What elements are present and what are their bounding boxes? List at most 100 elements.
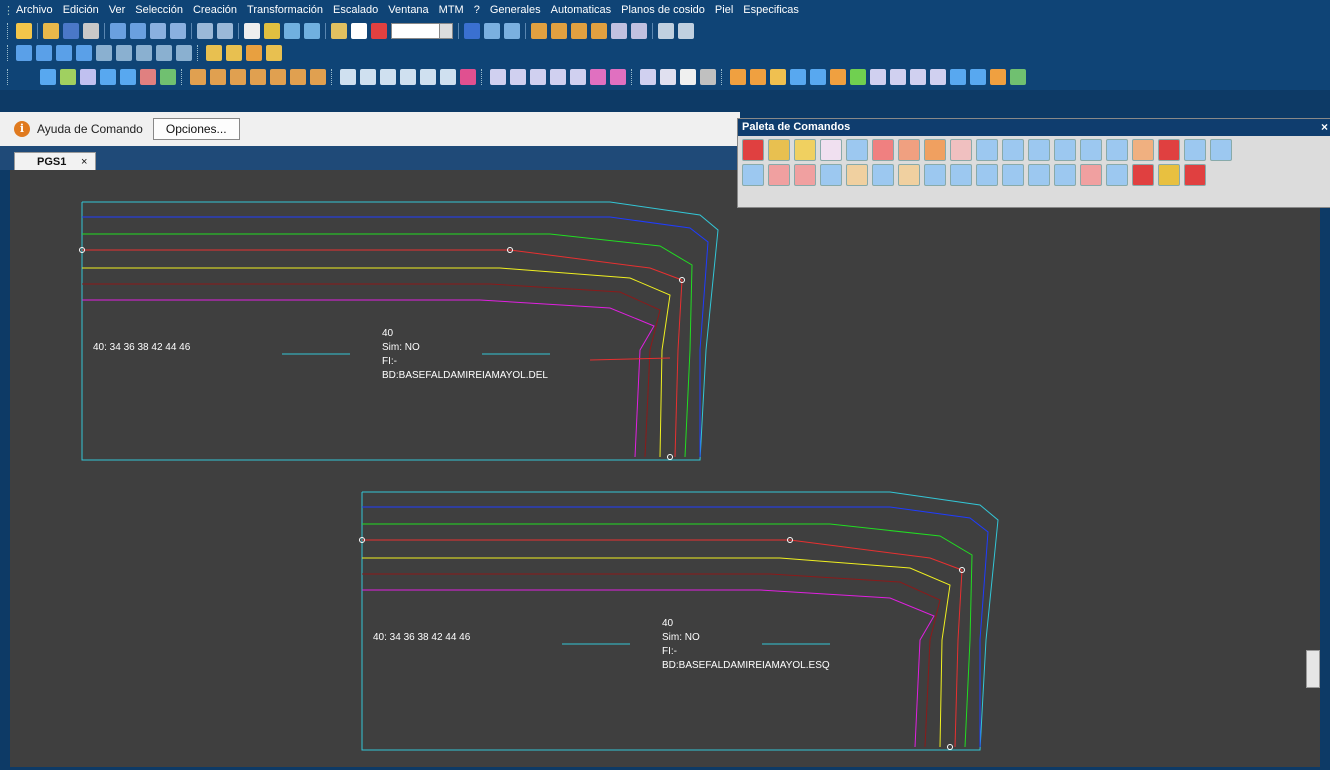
zoom-out-icon[interactable]	[360, 69, 376, 85]
menu-transformacion[interactable]: Transformación	[242, 4, 328, 16]
font-icon[interactable]	[351, 23, 367, 39]
align-icon[interactable]	[310, 69, 326, 85]
grading-table-icon[interactable]	[490, 69, 506, 85]
piece-icon[interactable]	[40, 69, 56, 85]
mark-icon[interactable]	[1184, 164, 1206, 186]
line-style-select[interactable]	[391, 23, 453, 39]
join-icon[interactable]	[270, 69, 286, 85]
menu-planos-de-cosido[interactable]: Planos de cosido	[616, 4, 710, 16]
seam-icon[interactable]	[730, 69, 746, 85]
arc-2-icon[interactable]	[551, 23, 567, 39]
button-icon[interactable]	[1158, 139, 1180, 161]
curve-tool-icon[interactable]	[120, 69, 136, 85]
list-icon[interactable]	[660, 69, 676, 85]
drawing-canvas[interactable]: 40: 34 36 38 42 44 46 40 Sim: NO FI:- BD…	[10, 170, 1320, 767]
print-icon[interactable]	[83, 23, 99, 39]
help-icon[interactable]	[464, 23, 480, 39]
rotate-piece-icon[interactable]	[872, 139, 894, 161]
text-tool-icon[interactable]	[264, 23, 280, 39]
options-button[interactable]: Opciones...	[152, 118, 240, 140]
move-vertical-icon[interactable]	[36, 45, 52, 61]
notch-piece-icon[interactable]	[976, 139, 998, 161]
open-folder-icon[interactable]	[43, 23, 59, 39]
seam-5-icon[interactable]	[810, 69, 826, 85]
eraser-icon[interactable]	[794, 139, 816, 161]
rotate-icon[interactable]	[190, 69, 206, 85]
shape-9-icon[interactable]	[950, 164, 972, 186]
line-piece-icon[interactable]	[924, 139, 946, 161]
dart-icon[interactable]	[1054, 139, 1076, 161]
seam-6-icon[interactable]	[830, 69, 846, 85]
grid-move-icon[interactable]	[76, 45, 92, 61]
export-icon[interactable]	[680, 69, 696, 85]
seam-7-icon[interactable]	[850, 69, 866, 85]
fan-icon[interactable]	[1028, 164, 1050, 186]
split-icon[interactable]	[96, 45, 112, 61]
close-icon[interactable]: ×	[81, 156, 87, 168]
size-40-icon[interactable]	[768, 139, 790, 161]
tape-measure-icon[interactable]	[1158, 164, 1180, 186]
context-help-icon[interactable]	[484, 23, 500, 39]
palette-title[interactable]: Paleta de Comandos ×	[738, 119, 1330, 136]
menu-escalado[interactable]: Escalado	[328, 4, 383, 16]
split-3-icon[interactable]	[136, 45, 152, 61]
split-2-icon[interactable]	[116, 45, 132, 61]
move-horizontal-icon[interactable]	[16, 45, 32, 61]
grading-icon[interactable]	[510, 69, 526, 85]
whats-this-icon[interactable]	[504, 23, 520, 39]
close-icon[interactable]: ×	[1321, 119, 1328, 136]
grading-rule-icon[interactable]	[590, 69, 606, 85]
shape-8-icon[interactable]	[924, 164, 946, 186]
menu-help[interactable]: ?	[469, 4, 485, 16]
shape-1-icon[interactable]	[742, 164, 764, 186]
zoom-in-icon[interactable]	[340, 69, 356, 85]
seam-9-icon[interactable]	[890, 69, 906, 85]
move-all-icon[interactable]	[56, 45, 72, 61]
arc-4-icon[interactable]	[591, 23, 607, 39]
redo-icon[interactable]	[150, 23, 166, 39]
grading-3-icon[interactable]	[550, 69, 566, 85]
merge-icon[interactable]	[290, 69, 306, 85]
piece-corner-icon[interactable]	[846, 139, 868, 161]
flip-icon[interactable]	[230, 69, 246, 85]
menu-piel[interactable]: Piel	[710, 4, 738, 16]
angle-piece-icon[interactable]	[1054, 164, 1076, 186]
pattern-drawing[interactable]: 40: 34 36 38 42 44 46 40 Sim: NO FI:- BD…	[10, 170, 1320, 767]
mirror-icon[interactable]	[210, 69, 226, 85]
ruler-icon[interactable]	[197, 23, 213, 39]
grading-2-icon[interactable]	[530, 69, 546, 85]
seam-12-icon[interactable]	[950, 69, 966, 85]
split-4-icon[interactable]	[156, 45, 172, 61]
pattern-piece-esq[interactable]: 40: 34 36 38 42 44 46 40 Sim: NO FI:- BD…	[359, 491, 999, 751]
menu-mtm[interactable]: MTM	[434, 4, 469, 16]
seam-2-icon[interactable]	[750, 69, 766, 85]
line-pencil-icon[interactable]	[206, 45, 222, 61]
arc-piece-icon[interactable]	[1184, 139, 1206, 161]
binoculars-icon[interactable]	[611, 23, 627, 39]
color-pen-icon[interactable]	[371, 23, 387, 39]
pan-icon[interactable]	[380, 69, 396, 85]
menu-especificas[interactable]: Especificas	[738, 4, 804, 16]
new-file-icon[interactable]	[16, 23, 32, 39]
seam-4-icon[interactable]	[790, 69, 806, 85]
pencil-icon[interactable]	[331, 23, 347, 39]
redo-all-icon[interactable]	[170, 23, 186, 39]
draw-line-icon[interactable]	[60, 69, 76, 85]
notch-icon[interactable]	[140, 69, 156, 85]
save-icon[interactable]	[63, 23, 79, 39]
cut-icon[interactable]	[250, 69, 266, 85]
fit-icon[interactable]	[400, 69, 416, 85]
binoculars-piece-icon[interactable]	[1210, 139, 1232, 161]
curve-icon[interactable]	[284, 23, 300, 39]
point-marker[interactable]	[947, 744, 953, 750]
layers-icon[interactable]	[460, 69, 476, 85]
table-icon[interactable]	[246, 45, 262, 61]
scissors-icon[interactable]	[950, 139, 972, 161]
swap-icon[interactable]	[1080, 164, 1102, 186]
seam-11-icon[interactable]	[930, 69, 946, 85]
rectangle-icon[interactable]	[244, 23, 260, 39]
color-grid-icon[interactable]	[742, 139, 764, 161]
zoom-tool-icon[interactable]	[420, 69, 436, 85]
seam-3-icon[interactable]	[770, 69, 786, 85]
curve-piece-icon[interactable]	[1002, 139, 1024, 161]
